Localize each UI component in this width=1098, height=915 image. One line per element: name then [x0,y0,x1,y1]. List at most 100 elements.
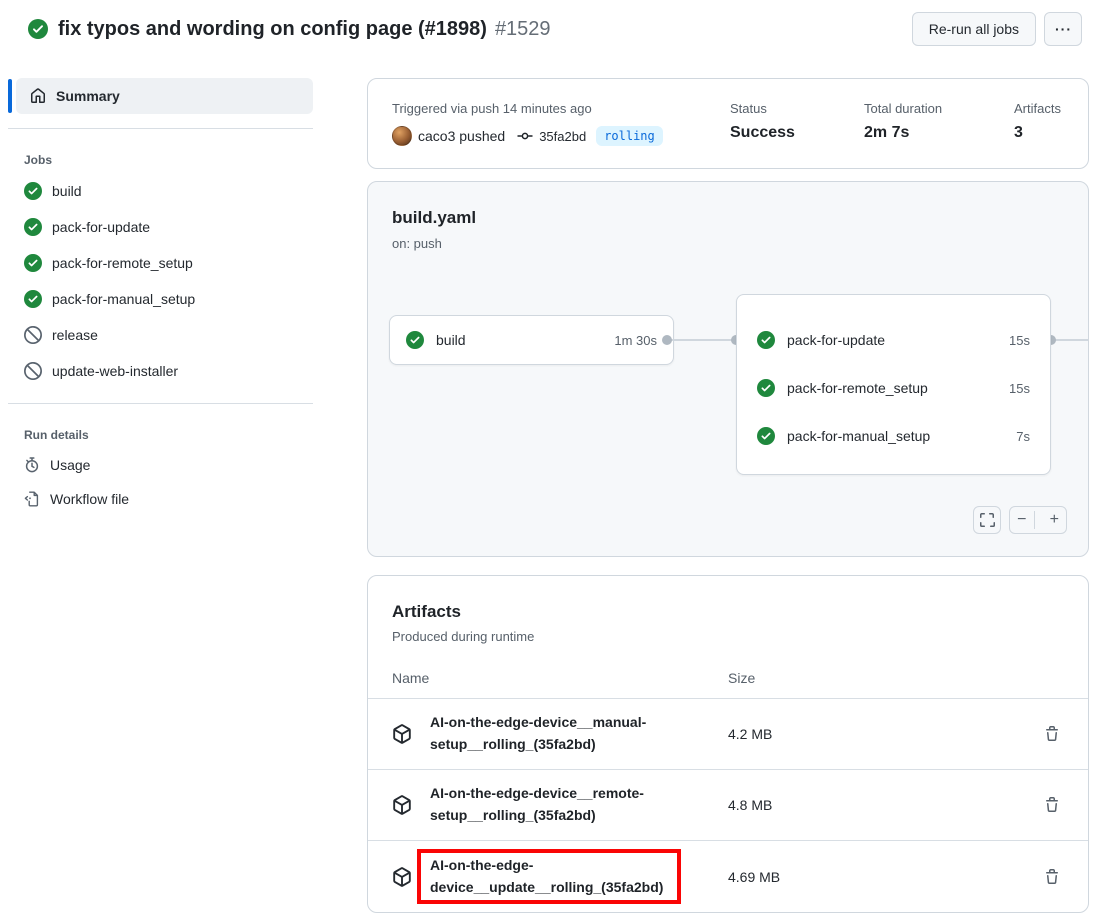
sidebar-job-pack-for-manual-setup[interactable]: pack-for-manual_setup [8,281,313,317]
graph-node-pack-for-remote-setup[interactable]: pack-for-remote_setup 15s [737,364,1050,412]
run-summary-card: Triggered via push 14 minutes ago caco3 … [367,78,1089,169]
usage-label: Usage [50,457,90,473]
check-circle-icon [24,182,42,200]
home-icon [30,88,46,104]
package-icon [392,724,430,744]
status-label: Status [730,101,864,116]
fullscreen-icon [979,512,995,528]
sidebar: Summary Jobs build pack-for-update pack-… [8,78,313,516]
fullscreen-button[interactable] [973,506,1001,534]
job-label: release [52,327,98,343]
workflow-file-label: Workflow file [50,491,129,507]
delete-artifact-button[interactable] [1040,722,1064,746]
run-title: fix typos and wording on config page (#1… [58,18,487,41]
jobs-section-header: Jobs [24,153,313,167]
run-header: fix typos and wording on config page (#1… [0,0,1098,60]
trash-icon [1044,797,1060,813]
run-details-section-header: Run details [24,428,313,442]
sidebar-job-pack-for-update[interactable]: pack-for-update [8,209,313,245]
graph-job-group: pack-for-update 15s pack-for-remote_setu… [736,294,1051,475]
zoom-out-button[interactable]: − [1010,511,1035,529]
artifacts-count-value: 3 [1014,124,1061,142]
skipped-icon [24,362,42,380]
workflow-file-name: build.yaml [392,208,1064,228]
delete-artifact-button[interactable] [1040,865,1064,889]
package-icon [392,795,430,815]
sidebar-job-release[interactable]: release [8,317,313,353]
trash-icon [1044,869,1060,885]
artifacts-count-label: Artifacts [1014,101,1061,116]
job-duration: 1m 30s [614,333,657,348]
avatar[interactable] [392,126,412,146]
rerun-all-jobs-button[interactable]: Re-run all jobs [912,12,1036,46]
stopwatch-icon [24,457,40,473]
more-options-button[interactable]: ··· [1044,12,1082,46]
column-header-name: Name [392,670,728,686]
artifact-name-link-highlighted[interactable]: AI-on-the-edge-device__update__rolling_(… [417,849,681,904]
sidebar-job-update-web-installer[interactable]: update-web-installer [8,353,313,389]
job-label: pack-for-manual_setup [787,428,930,444]
job-label: pack-for-remote_setup [52,255,193,271]
artifact-row-highlighted: AI-on-the-edge-device__update__rolling_(… [368,840,1088,912]
check-circle-icon [24,254,42,272]
check-circle-icon [406,331,424,349]
artifact-row: AI-on-the-edge-device__remote-setup__rol… [368,769,1088,840]
zoom-in-button[interactable]: + [1043,511,1067,529]
check-circle-icon [24,218,42,236]
artifact-name-link[interactable]: AI-on-the-edge-device__manual-setup__rol… [430,712,694,755]
check-circle-icon [757,331,775,349]
graph-node-pack-for-manual-setup[interactable]: pack-for-manual_setup 7s [737,412,1050,460]
sidebar-item-summary[interactable]: Summary [16,78,313,114]
duration-value: 2m 7s [864,124,1014,142]
artifact-size: 4.69 MB [728,869,1040,885]
sidebar-job-pack-for-remote-setup[interactable]: pack-for-remote_setup [8,245,313,281]
artifact-row: AI-on-the-edge-device__manual-setup__rol… [368,698,1088,769]
artifact-size: 4.2 MB [728,726,1040,742]
skipped-icon [24,326,42,344]
commit-icon [517,128,533,144]
artifacts-card: Artifacts Produced during runtime Name S… [367,575,1089,913]
code-file-icon [24,491,40,507]
job-duration: 7s [1016,429,1030,444]
graph-connector-line [671,339,733,341]
commit-sha-link[interactable]: 35fa2bd [539,129,586,144]
graph-connector-dot [662,335,672,345]
status-value: Success [730,124,864,142]
artifact-name-link[interactable]: AI-on-the-edge-device__remote-setup__rol… [430,783,694,826]
artifacts-subtitle: Produced during runtime [392,629,1064,644]
duration-label: Total duration [864,101,1014,116]
job-duration: 15s [1009,381,1030,396]
sidebar-divider [8,403,313,404]
workflow-trigger: on: push [392,236,1064,251]
job-label: update-web-installer [52,363,178,379]
graph-node-build[interactable]: build 1m 30s [389,315,674,365]
job-duration: 15s [1009,333,1030,348]
job-label: pack-for-manual_setup [52,291,195,307]
check-circle-icon [757,379,775,397]
run-number: #1529 [495,18,551,41]
trash-icon [1044,726,1060,742]
job-label: build [436,332,466,348]
sidebar-item-usage[interactable]: Usage [8,448,313,482]
sidebar-item-workflow-file[interactable]: Workflow file [8,482,313,516]
job-label: pack-for-update [52,219,150,235]
summary-label: Summary [56,88,120,104]
artifacts-title: Artifacts [392,602,1064,622]
artifact-size: 4.8 MB [728,797,1040,813]
sidebar-job-build[interactable]: build [8,173,313,209]
column-header-size: Size [728,670,755,686]
graph-connector-line [1054,339,1089,341]
triggered-text: Triggered via push 14 minutes ago [392,101,730,116]
check-circle-icon [757,427,775,445]
run-success-icon [28,19,48,39]
job-label: pack-for-update [787,332,885,348]
delete-artifact-button[interactable] [1040,793,1064,817]
job-label: build [52,183,82,199]
active-indicator [8,79,12,113]
graph-node-pack-for-update[interactable]: pack-for-update 15s [737,316,1050,364]
branch-badge[interactable]: rolling [596,126,663,146]
check-circle-icon [24,290,42,308]
sidebar-divider [8,128,313,129]
actor-pushed-text[interactable]: caco3 pushed [418,128,505,144]
job-label: pack-for-remote_setup [787,380,928,396]
